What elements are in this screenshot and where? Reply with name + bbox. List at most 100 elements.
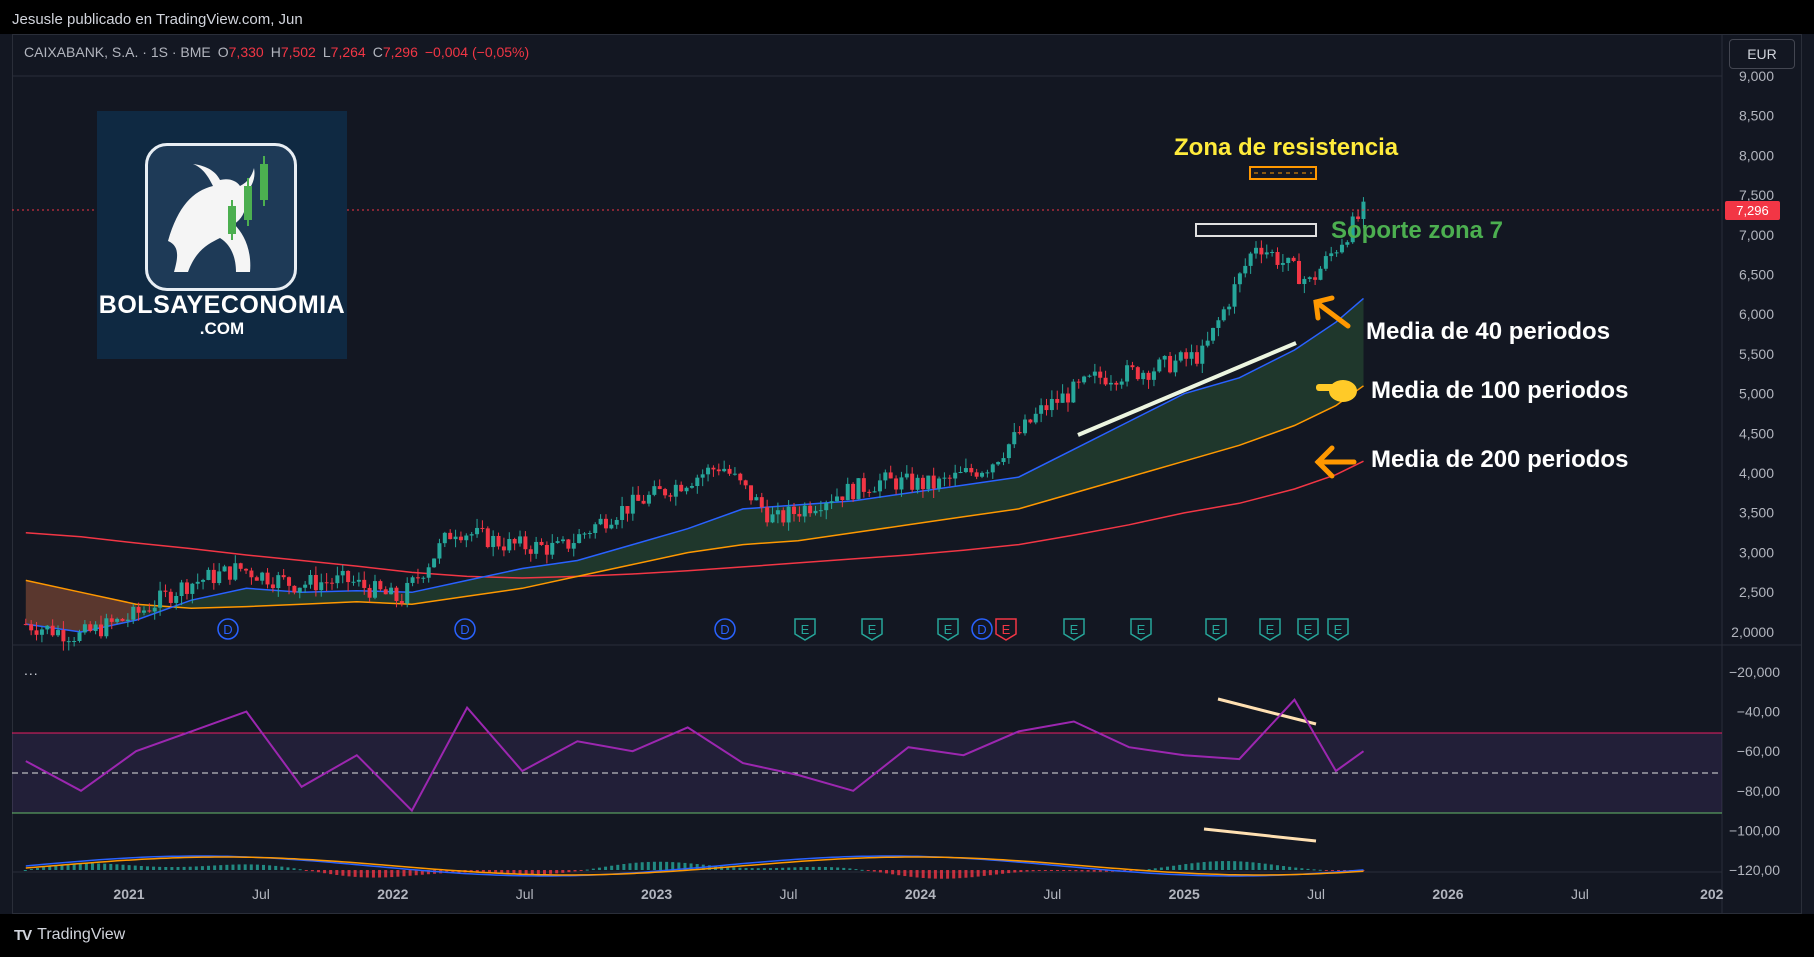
earnings-marker-icon[interactable]: E	[794, 618, 816, 641]
earnings-marker-icon[interactable]: E	[861, 618, 883, 641]
last-price-badge: 7,296	[1725, 201, 1780, 220]
macd-bar	[579, 870, 583, 871]
macd-bar	[194, 866, 198, 870]
candle-body	[491, 535, 496, 548]
candle-body	[313, 575, 318, 591]
macd-bar	[671, 862, 675, 870]
macd-bar	[903, 870, 907, 877]
earnings-marker-icon[interactable]: E	[1130, 618, 1152, 641]
time-tick-label: 2024	[905, 886, 936, 902]
earnings-marker-icon[interactable]: E	[1205, 618, 1227, 641]
candle-body	[883, 472, 888, 481]
candle-body	[50, 625, 55, 636]
candle-body	[953, 472, 958, 479]
candle-body	[66, 641, 71, 643]
candle-body	[980, 472, 985, 477]
macd-bar	[652, 861, 656, 870]
earnings-marker-icon[interactable]: E	[1327, 618, 1349, 641]
candle-body	[195, 581, 200, 584]
macd-bar	[36, 867, 40, 870]
macd-bar	[1282, 866, 1286, 870]
macd-bar	[634, 862, 638, 870]
macd-divergence-line	[1203, 827, 1317, 843]
candle-body	[1237, 273, 1242, 285]
macd-bar	[952, 870, 956, 879]
dividend-marker-icon[interactable]: D	[971, 618, 993, 640]
tradingview-logo[interactable]: TV TradingView	[14, 926, 125, 944]
macd-bar	[1056, 870, 1060, 871]
symbol-legend[interactable]: CAIXABANK, S.A. · 1S · BME O7,330 H7,502…	[24, 44, 529, 60]
candle-body	[120, 618, 125, 621]
macd-bar	[78, 863, 82, 870]
candle-body	[904, 473, 909, 478]
macd-bar	[811, 866, 815, 870]
candle-body	[700, 474, 705, 478]
candle-body	[668, 495, 673, 497]
macd-bar	[561, 870, 565, 873]
indicator-menu-button[interactable]: ...	[24, 662, 39, 678]
macd-bar	[188, 866, 192, 870]
candle-body	[781, 510, 786, 523]
candle-body	[1286, 257, 1291, 264]
macd-bar	[353, 870, 357, 877]
candle-body	[652, 486, 657, 495]
candle-body	[1023, 419, 1028, 434]
macd-bar	[158, 866, 162, 870]
candle-body	[1087, 375, 1092, 377]
time-tick-label: Jul	[1571, 886, 1589, 902]
macd-bar	[1037, 870, 1041, 871]
candle-body	[141, 610, 146, 613]
currency-button[interactable]: EUR	[1729, 39, 1795, 69]
price-tick-label: 8,500	[1739, 108, 1774, 124]
time-tick-label: Jul	[780, 886, 798, 902]
candle-body	[335, 575, 340, 584]
dividend-marker-icon[interactable]: D	[714, 618, 736, 640]
candle-body	[765, 507, 770, 523]
candle-body	[297, 587, 302, 593]
earnings-marker-icon[interactable]: E	[995, 618, 1017, 641]
macd-bar	[860, 869, 864, 871]
macd-bar	[1294, 867, 1298, 870]
macd-bar	[616, 864, 620, 870]
macd-bar	[1092, 870, 1096, 872]
candle-body	[1313, 277, 1318, 280]
candle-body	[211, 569, 216, 584]
macd-bar	[121, 864, 125, 870]
earnings-marker-icon[interactable]: E	[1063, 618, 1085, 641]
macd-bar	[1013, 870, 1017, 873]
candle-body	[158, 590, 163, 608]
dividend-marker-icon[interactable]: D	[217, 618, 239, 640]
time-tick-label: 2025	[1169, 886, 1200, 902]
macd-bar	[775, 867, 779, 870]
earnings-marker-icon[interactable]: E	[937, 618, 959, 641]
time-tick-label: 2023	[641, 886, 672, 902]
event-label: E	[868, 622, 877, 637]
candle-body	[1049, 398, 1054, 411]
candle-body	[738, 473, 743, 481]
candle-body	[227, 566, 232, 580]
candle-body	[276, 575, 281, 589]
candle-body	[1130, 365, 1135, 368]
candle-body	[163, 590, 168, 592]
price-tick-label: 9,000	[1739, 68, 1774, 84]
event-label: D	[223, 622, 232, 637]
macd-bar	[628, 863, 632, 870]
candle-body	[99, 624, 104, 637]
candle-body	[1307, 277, 1312, 279]
candle-body	[287, 577, 292, 586]
event-label: E	[1070, 622, 1079, 637]
price-tick-label: 2,0000	[1731, 624, 1774, 640]
earnings-marker-icon[interactable]: E	[1297, 618, 1319, 641]
candle-body	[415, 577, 420, 579]
bull-logo-icon	[145, 143, 297, 291]
candle-body	[593, 524, 598, 534]
candle-body	[990, 464, 995, 473]
candle-body	[389, 587, 394, 595]
time-tick-label: Jul	[1307, 886, 1325, 902]
macd-bar	[298, 869, 302, 871]
candle-body	[23, 624, 28, 626]
candle-body	[620, 506, 625, 520]
dividend-marker-icon[interactable]: D	[454, 618, 476, 640]
earnings-marker-icon[interactable]: E	[1259, 618, 1281, 641]
candle-body	[598, 518, 603, 525]
